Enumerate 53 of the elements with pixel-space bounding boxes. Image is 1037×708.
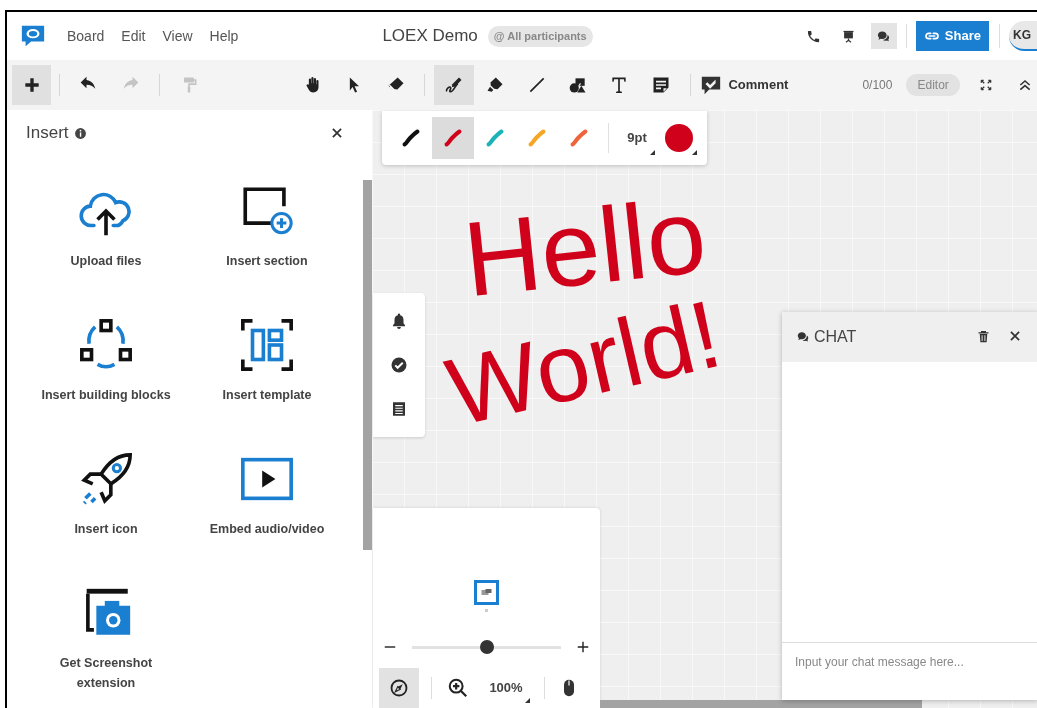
scrollbar-thumb[interactable] — [600, 700, 922, 708]
check-circle-icon — [390, 356, 408, 374]
share-button[interactable]: Share — [915, 21, 989, 51]
comment-button[interactable]: Comment — [698, 69, 791, 101]
info-icon[interactable] — [73, 126, 87, 140]
chat-title: CHAT — [814, 327, 857, 347]
pen-button[interactable] — [434, 65, 474, 105]
panel-title: Insert — [26, 122, 69, 145]
dropdown-corner-icon — [692, 150, 697, 155]
fullscreen-icon — [978, 78, 993, 92]
scrollbar-thumb[interactable] — [363, 180, 372, 550]
insert-option[interactable]: Insert template — [189, 290, 345, 424]
insert-option[interactable]: Insert building blocks — [23, 290, 189, 424]
zoom-in-button[interactable] — [576, 640, 590, 654]
chat-input-field[interactable]: Input your chat message here... — [782, 642, 1037, 700]
comment-icon — [700, 74, 723, 96]
dropdown-corner-icon — [650, 150, 655, 155]
insert-option[interactable]: Get Screenshot extension — [23, 558, 189, 692]
insert-option[interactable]: Embed audio/video — [189, 424, 345, 558]
close-icon — [1008, 329, 1022, 343]
template-icon — [238, 316, 296, 374]
pen-swatch[interactable] — [432, 117, 474, 159]
insert-option[interactable]: Insert icon — [23, 424, 189, 558]
slider-thumb[interactable] — [479, 640, 494, 654]
menu-item[interactable]: View — [155, 23, 200, 49]
menu-item[interactable]: Help — [202, 23, 246, 49]
clear-chat-button[interactable] — [976, 329, 992, 345]
navigate-button[interactable] — [379, 668, 419, 708]
chat-icon — [796, 330, 810, 344]
minimap-viewport[interactable] — [474, 580, 499, 605]
zoom-level-dropdown[interactable]: 100% — [478, 673, 534, 703]
presentation-icon — [841, 28, 857, 44]
add-button[interactable] — [12, 65, 52, 105]
menu-item[interactable]: Edit — [114, 23, 153, 49]
phone-icon — [806, 28, 822, 44]
dropdown-corner-icon — [525, 698, 530, 703]
bell-icon — [390, 312, 408, 330]
plus-icon — [576, 640, 590, 654]
insert-option[interactable]: Upload files — [23, 156, 189, 290]
stroke-size-picker[interactable]: 9pt — [617, 118, 657, 158]
close-icon — [330, 126, 344, 140]
insert-option[interactable]: Insert section — [189, 156, 345, 290]
object-counter: 0/100 — [862, 77, 893, 94]
compass-icon — [389, 678, 409, 698]
trash-icon — [976, 329, 991, 344]
menu-item[interactable]: Board — [60, 23, 112, 49]
user-avatar[interactable]: KG — [1009, 21, 1037, 51]
pen-icon — [443, 75, 464, 95]
board-title: LOEX Demo — [382, 25, 478, 48]
list-icon — [390, 400, 408, 418]
minimap-content-icon — [481, 588, 492, 597]
chat-button[interactable] — [870, 23, 897, 49]
zoom-in-icon — [447, 677, 469, 699]
